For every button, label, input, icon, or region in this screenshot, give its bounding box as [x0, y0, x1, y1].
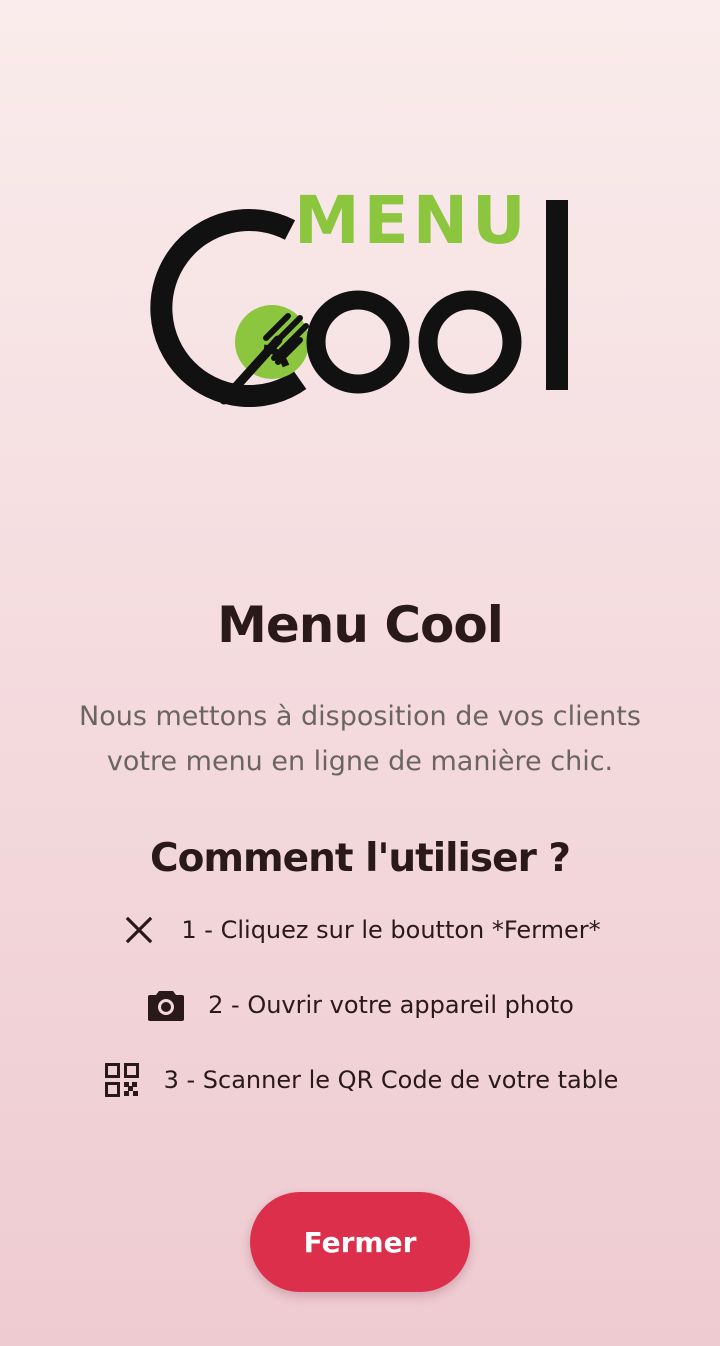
how-to-step-2: 2 - Ouvrir votre appareil photo: [0, 983, 720, 1027]
app-description: Nous mettons à disposition de vos client…: [79, 701, 641, 777]
how-to-step-1: 1 - Cliquez sur le boutton *Fermer*: [0, 908, 720, 952]
close-icon: [119, 910, 159, 950]
page-title: Menu Cool: [217, 596, 504, 654]
close-button[interactable]: Fermer: [250, 1192, 470, 1292]
qr-code-icon: [102, 1060, 142, 1100]
how-to-step-label: 3 - Scanner le QR Code de votre table: [163, 1066, 619, 1094]
how-to-step-3: 3 - Scanner le QR Code de votre table: [0, 1058, 720, 1102]
how-to-step-label: 1 - Cliquez sur le boutton *Fermer*: [181, 916, 601, 944]
camera-icon: [146, 985, 186, 1025]
how-to-title: Comment l'utiliser ?: [149, 836, 571, 881]
logo-word-menu: MENU: [294, 182, 530, 259]
how-to-step-label: 2 - Ouvrir votre appareil photo: [208, 991, 574, 1019]
